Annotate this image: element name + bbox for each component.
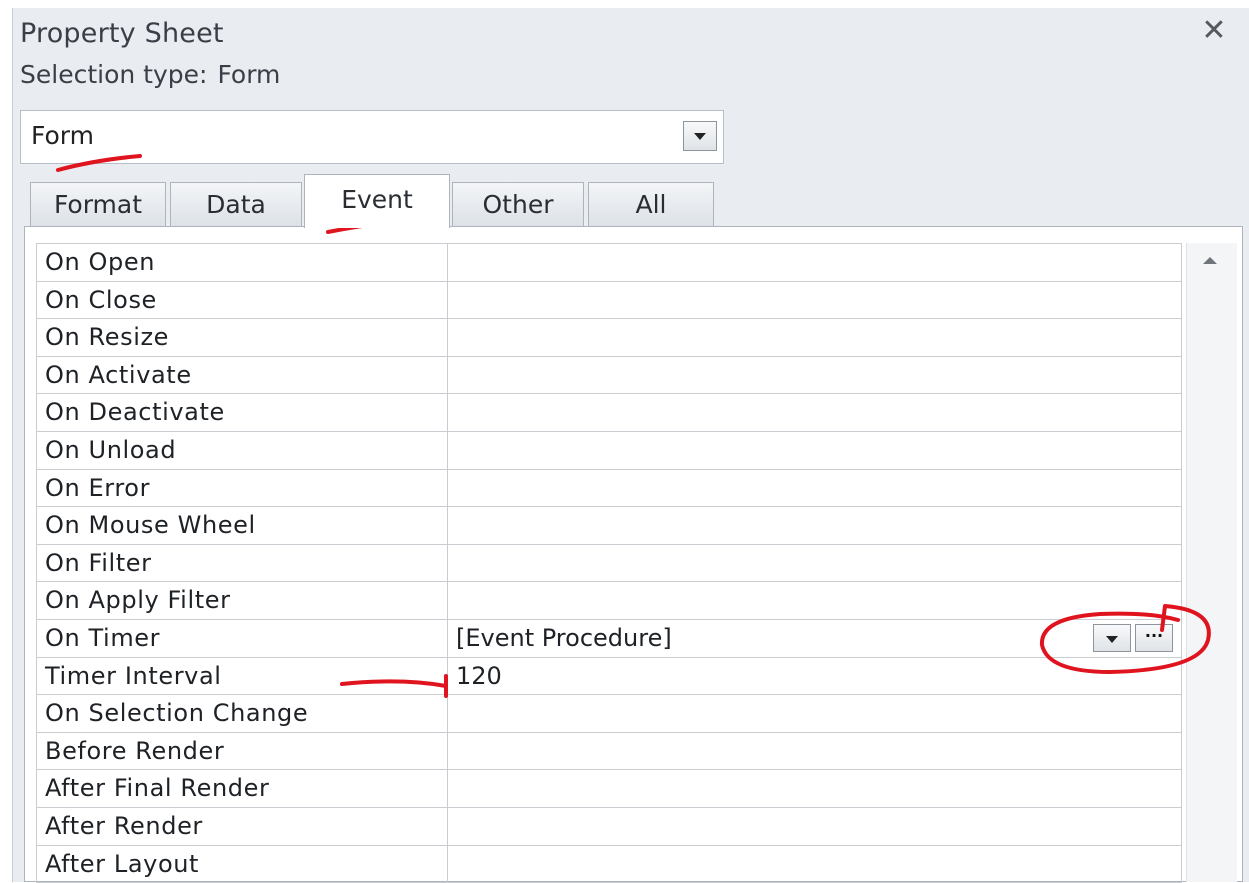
chevron-down-icon bbox=[694, 133, 706, 140]
property-name: On Selection Change bbox=[36, 695, 448, 732]
property-value[interactable] bbox=[448, 507, 1182, 544]
selection-type-label: Selection type: bbox=[20, 60, 207, 89]
pane-title: Property Sheet bbox=[20, 18, 224, 49]
property-row[interactable]: On Unload bbox=[36, 432, 1182, 470]
property-row[interactable]: On Close bbox=[36, 282, 1182, 320]
property-value[interactable]: 120 bbox=[448, 658, 1182, 695]
property-name: On Apply Filter bbox=[36, 582, 448, 619]
property-value[interactable] bbox=[448, 244, 1182, 281]
property-value[interactable] bbox=[448, 808, 1182, 845]
property-value[interactable] bbox=[448, 770, 1182, 807]
property-value[interactable] bbox=[448, 545, 1182, 582]
property-row[interactable]: On Selection Change bbox=[36, 695, 1182, 733]
property-value[interactable] bbox=[448, 282, 1182, 319]
vertical-scrollbar[interactable] bbox=[1186, 243, 1237, 882]
object-selector-value: Form bbox=[31, 121, 94, 150]
property-row[interactable]: On Mouse Wheel bbox=[36, 507, 1182, 545]
property-name: On Error bbox=[36, 470, 448, 507]
property-value[interactable] bbox=[448, 733, 1182, 770]
property-row[interactable]: On Error bbox=[36, 470, 1182, 508]
property-row[interactable]: After Layout bbox=[36, 846, 1182, 883]
property-cell-buttons: ··· bbox=[1089, 624, 1173, 652]
property-name: On Filter bbox=[36, 545, 448, 582]
tab-all[interactable]: All bbox=[588, 182, 714, 226]
property-value[interactable] bbox=[448, 432, 1182, 469]
outer-margin bbox=[0, 0, 12, 882]
property-row[interactable]: On Deactivate bbox=[36, 394, 1182, 432]
tab-data[interactable]: Data bbox=[170, 182, 302, 226]
property-row-on-timer[interactable]: On Timer [Event Procedure] ··· bbox=[36, 620, 1182, 658]
property-value[interactable] bbox=[448, 846, 1182, 883]
object-selector-dropdown-button[interactable] bbox=[683, 121, 717, 151]
property-value[interactable]: [Event Procedure] ··· bbox=[448, 620, 1182, 657]
property-value[interactable] bbox=[448, 319, 1182, 356]
property-row[interactable]: After Render bbox=[36, 808, 1182, 846]
tab-other[interactable]: Other bbox=[452, 182, 584, 226]
property-value[interactable] bbox=[448, 357, 1182, 394]
property-name: On Resize bbox=[36, 319, 448, 356]
chevron-down-icon bbox=[1106, 636, 1118, 643]
event-dropdown-button[interactable] bbox=[1093, 624, 1131, 652]
close-icon[interactable]: ✕ bbox=[1198, 14, 1230, 48]
property-row[interactable]: On Open bbox=[36, 244, 1182, 282]
property-row[interactable]: After Final Render bbox=[36, 770, 1182, 808]
property-value[interactable] bbox=[448, 470, 1182, 507]
property-value[interactable] bbox=[448, 695, 1182, 732]
property-name: On Timer bbox=[36, 620, 448, 657]
property-name: On Deactivate bbox=[36, 394, 448, 431]
property-grid: On Open On Close On Resize On Activate O… bbox=[36, 243, 1182, 883]
property-value-text: [Event Procedure] bbox=[456, 624, 672, 652]
property-row[interactable]: On Filter bbox=[36, 545, 1182, 583]
tab-format[interactable]: Format bbox=[30, 182, 166, 226]
property-name: After Layout bbox=[36, 846, 448, 883]
tab-event[interactable]: Event bbox=[304, 174, 450, 228]
property-value[interactable] bbox=[448, 582, 1182, 619]
property-row[interactable]: Timer Interval120 bbox=[36, 658, 1182, 696]
object-selector-combo[interactable]: Form bbox=[20, 110, 724, 164]
property-name: On Open bbox=[36, 244, 448, 281]
property-row[interactable]: On Activate bbox=[36, 357, 1182, 395]
property-name: Before Render bbox=[36, 733, 448, 770]
property-name: On Activate bbox=[36, 357, 448, 394]
scroll-up-icon[interactable] bbox=[1203, 257, 1217, 264]
property-name: After Render bbox=[36, 808, 448, 845]
property-name: On Mouse Wheel bbox=[36, 507, 448, 544]
property-name: On Close bbox=[36, 282, 448, 319]
property-name: On Unload bbox=[36, 432, 448, 469]
property-row[interactable]: On Apply Filter bbox=[36, 582, 1182, 620]
property-row[interactable]: On Resize bbox=[36, 319, 1182, 357]
selection-type: Selection type: Form bbox=[20, 60, 280, 89]
property-row[interactable]: Before Render bbox=[36, 733, 1182, 771]
property-value[interactable] bbox=[448, 394, 1182, 431]
property-name: After Final Render bbox=[36, 770, 448, 807]
selection-type-value: Form bbox=[217, 60, 280, 89]
builder-button[interactable]: ··· bbox=[1135, 624, 1173, 652]
property-name: Timer Interval bbox=[36, 658, 448, 695]
